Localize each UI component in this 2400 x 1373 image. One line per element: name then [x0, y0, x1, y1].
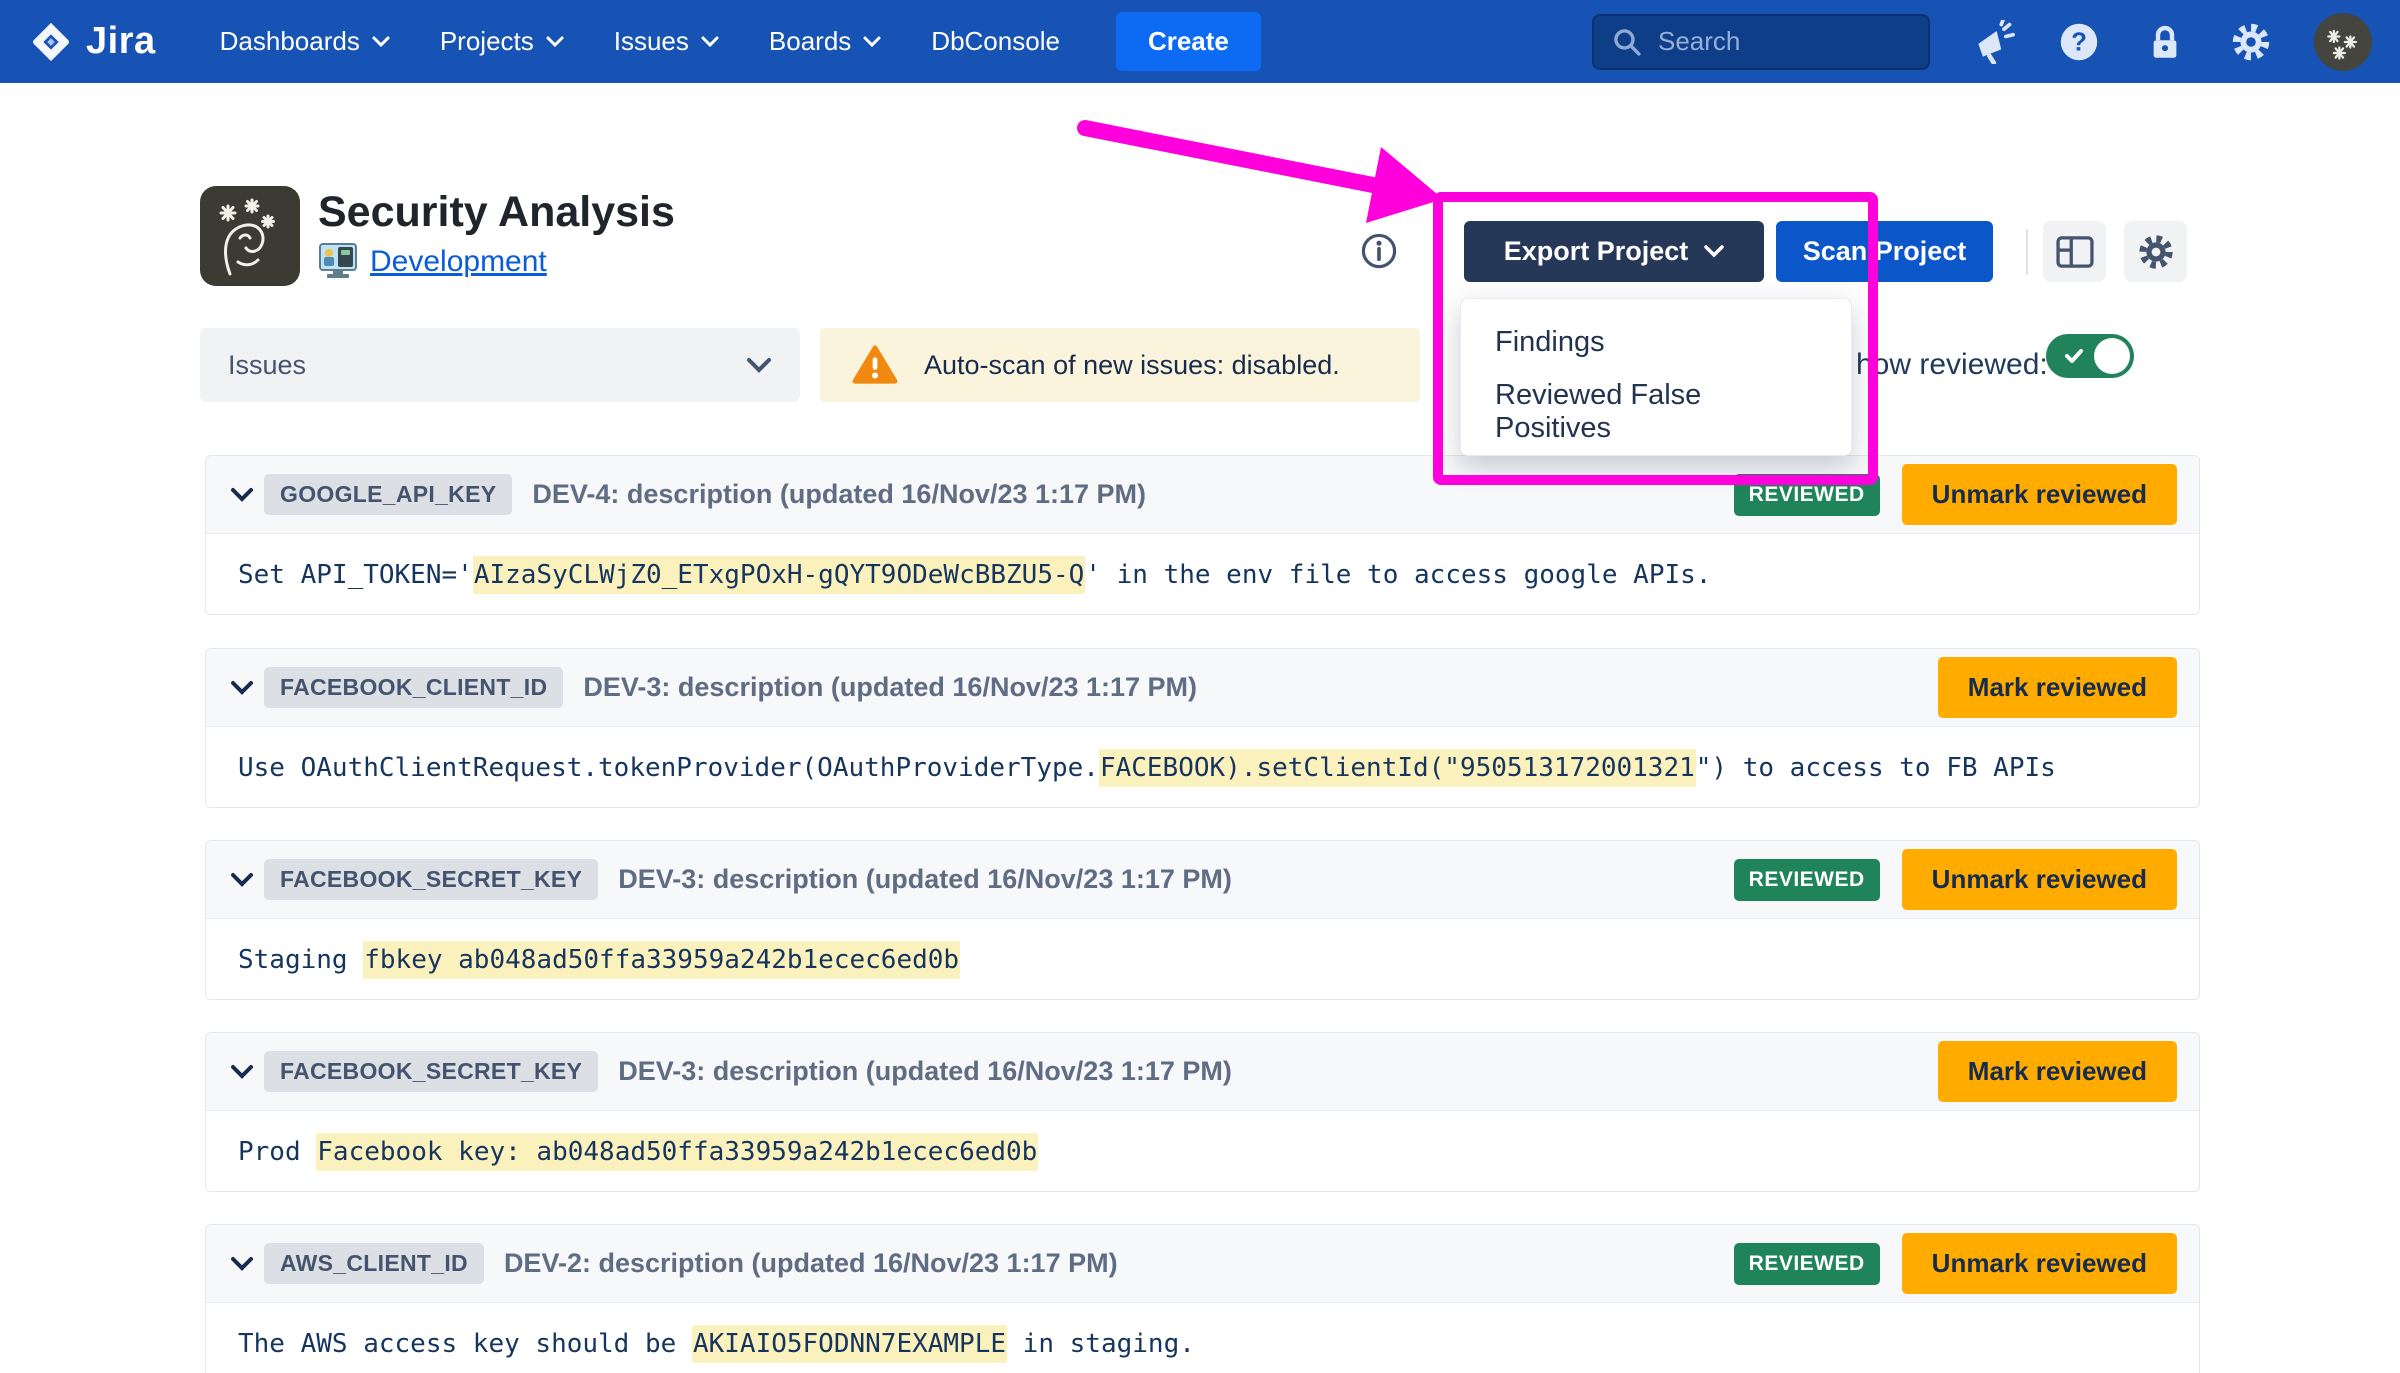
finding-snippet: Staging fbkey ab048ad50ffa33959a242b1ece…	[206, 919, 2199, 999]
finding-title: DEV-3: description (updated 16/Nov/23 1:…	[618, 864, 1232, 894]
announcement-icon[interactable]	[1970, 19, 2016, 65]
chevron-down-icon[interactable]	[220, 487, 264, 502]
finding-header[interactable]: FACEBOOK_CLIENT_ID DEV-3: description (u…	[206, 649, 2199, 727]
issues-filter-select[interactable]: Issues	[200, 328, 800, 402]
finding-card: FACEBOOK_SECRET_KEY DEV-3: description (…	[205, 840, 2200, 1000]
divider	[2026, 229, 2028, 275]
show-reviewed-label: how reviewed:	[1856, 348, 2048, 381]
scan-project-button[interactable]: Scan Project	[1776, 221, 1993, 282]
chevron-down-icon	[546, 36, 564, 47]
finding-title: DEV-4: description (updated 16/Nov/23 1:…	[532, 479, 1147, 509]
mark-reviewed-button[interactable]: Mark reviewed	[1937, 1041, 2177, 1102]
chevron-down-icon	[747, 358, 771, 373]
help-icon[interactable]: ?	[2056, 19, 2102, 65]
menu-item-findings[interactable]: Findings	[1461, 307, 1851, 377]
jira-logo[interactable]: Jira	[28, 19, 156, 65]
secret-highlight: AIzaSyCLWjZ0_ETxgPOxH-gQYT9ODeWcBBZU5-Q	[472, 556, 1086, 594]
autoscan-warning-banner: Auto-scan of new issues: disabled.	[820, 328, 1420, 402]
svg-text:?: ?	[2071, 28, 2087, 56]
secret-highlight: AKIAIO5FODNN7EXAMPLE	[691, 1325, 1008, 1363]
create-button[interactable]: Create	[1115, 12, 1261, 71]
finding-card: AWS_CLIENT_ID DEV-2: description (update…	[205, 1224, 2200, 1373]
nav-item-projects[interactable]: Projects	[440, 26, 564, 57]
finding-rule-chip: FACEBOOK_CLIENT_ID	[264, 667, 564, 708]
finding-rule-chip: FACEBOOK_SECRET_KEY	[264, 859, 599, 900]
finding-header[interactable]: GOOGLE_API_KEY DEV-4: description (updat…	[206, 456, 2199, 534]
show-reviewed-toggle[interactable]	[2046, 334, 2134, 378]
nav-item-dbconsole[interactable]: DbConsole	[931, 26, 1060, 57]
finding-title: DEV-3: description (updated 16/Nov/23 1:…	[583, 672, 1198, 702]
check-icon	[2065, 349, 2083, 363]
project-type-icon	[319, 243, 357, 278]
reviewed-badge: REVIEWED	[1733, 858, 1880, 901]
page-title: Security Analysis	[318, 188, 675, 236]
brand-name: Jira	[86, 20, 156, 62]
top-nav: Jira Dashboards Projects Issues Boards D…	[0, 0, 2400, 83]
chevron-down-icon[interactable]	[220, 872, 264, 887]
snowflake-avatar-art	[2327, 29, 2357, 60]
export-project-button[interactable]: Export Project	[1464, 221, 1764, 282]
export-dropdown-menu: Findings Reviewed False Positives	[1460, 298, 1852, 456]
finding-snippet: The AWS access key should be AKIAIO5FODN…	[206, 1303, 2199, 1373]
finding-header[interactable]: FACEBOOK_SECRET_KEY DEV-3: description (…	[206, 841, 2199, 919]
jira-logo-icon	[33, 22, 69, 61]
gear-icon[interactable]	[2228, 19, 2274, 65]
layout-panel-icon[interactable]	[2043, 221, 2106, 282]
finding-card: FACEBOOK_SECRET_KEY DEV-3: description (…	[205, 1032, 2200, 1192]
info-icon[interactable]	[1356, 229, 1402, 275]
project-link-development[interactable]: Development	[370, 245, 547, 279]
nav-item-dashboards[interactable]: Dashboards	[220, 26, 390, 57]
search-input[interactable]	[1658, 26, 1912, 57]
toggle-knob	[2094, 338, 2130, 374]
finding-title: DEV-3: description (updated 16/Nov/23 1:…	[618, 1056, 1232, 1086]
chevron-down-icon	[1704, 245, 1725, 258]
unmark-reviewed-button[interactable]: Unmark reviewed	[1901, 1233, 2177, 1294]
security-analysis-page: Jira Dashboards Projects Issues Boards D…	[0, 0, 2400, 1373]
mark-reviewed-button[interactable]: Mark reviewed	[1937, 657, 2177, 718]
project-avatar	[200, 186, 300, 286]
gear-icon[interactable]	[2124, 221, 2187, 282]
secret-highlight: Facebook key: ab048ad50ffa33959a242b1ece…	[316, 1133, 1039, 1171]
finding-rule-chip: AWS_CLIENT_ID	[264, 1243, 484, 1284]
annotation-arrow-head	[1366, 147, 1443, 223]
secret-highlight: FACEBOOK).setClientId("950513172001321	[1098, 749, 1696, 787]
finding-card: GOOGLE_API_KEY DEV-4: description (updat…	[205, 455, 2200, 615]
finding-snippet: Set API_TOKEN='AIzaSyCLWjZ0_ETxgPOxH-gQY…	[206, 534, 2199, 614]
finding-title: DEV-2: description (updated 16/Nov/23 1:…	[503, 1248, 1118, 1278]
nav-item-boards[interactable]: Boards	[769, 26, 881, 57]
reviewed-badge: REVIEWED	[1733, 473, 1880, 516]
finding-rule-chip: FACEBOOK_SECRET_KEY	[264, 1051, 599, 1092]
unmark-reviewed-button[interactable]: Unmark reviewed	[1901, 849, 2177, 910]
user-avatar[interactable]	[2314, 12, 2372, 71]
issues-filter-value: Issues	[228, 349, 307, 380]
chevron-down-icon[interactable]	[220, 680, 264, 695]
menu-item-reviewed-false-positives[interactable]: Reviewed False Positives	[1461, 377, 1851, 447]
secret-highlight: fbkey ab048ad50ffa33959a242b1ecec6ed0b	[363, 941, 961, 979]
chevron-down-icon[interactable]	[220, 1256, 264, 1271]
warning-triangle-icon	[852, 345, 898, 384]
search-icon	[1614, 28, 1641, 56]
annotation-arrow-shaft	[1077, 120, 1386, 194]
unmark-reviewed-button[interactable]: Unmark reviewed	[1901, 464, 2177, 525]
finding-rule-chip: GOOGLE_API_KEY	[264, 474, 513, 515]
finding-snippet: Prod Facebook key: ab048ad50ffa33959a242…	[206, 1111, 2199, 1191]
finding-snippet: Use OAuthClientRequest.tokenProvider(OAu…	[206, 727, 2199, 807]
chevron-down-icon[interactable]	[220, 1064, 264, 1079]
lock-icon[interactable]	[2142, 19, 2188, 65]
finding-header[interactable]: AWS_CLIENT_ID DEV-2: description (update…	[206, 1225, 2199, 1303]
chevron-down-icon	[863, 36, 881, 47]
warning-text: Auto-scan of new issues: disabled.	[924, 349, 1340, 380]
nav-item-issues[interactable]: Issues	[614, 26, 719, 57]
global-search[interactable]	[1592, 13, 1930, 70]
finding-card: FACEBOOK_CLIENT_ID DEV-3: description (u…	[205, 648, 2200, 808]
chevron-down-icon	[372, 36, 390, 47]
reviewed-badge: REVIEWED	[1733, 1242, 1880, 1285]
finding-header[interactable]: FACEBOOK_SECRET_KEY DEV-3: description (…	[206, 1033, 2199, 1111]
chevron-down-icon	[701, 36, 719, 47]
